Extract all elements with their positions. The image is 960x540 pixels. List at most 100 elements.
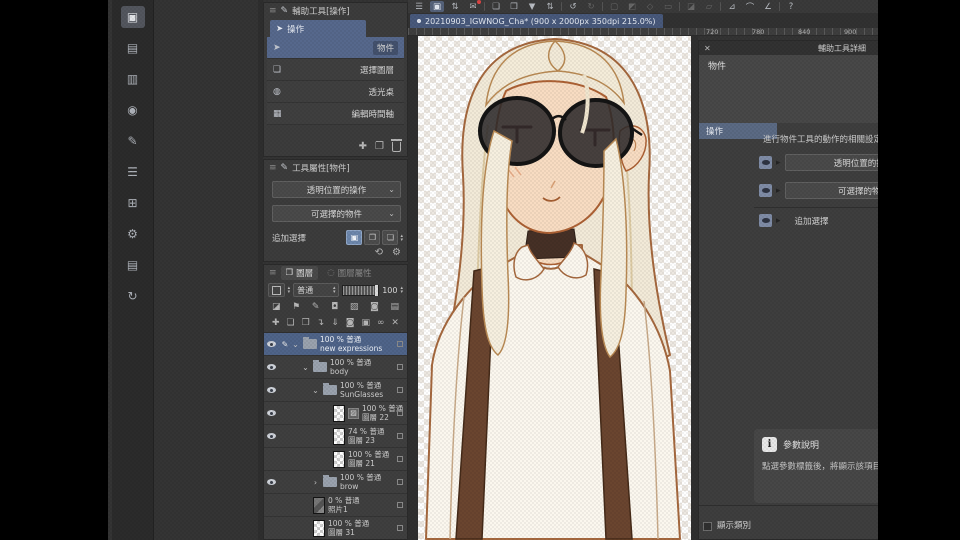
transparent-area-dropdown[interactable]: 透明位置的操作 ⌄ xyxy=(272,181,401,198)
link-icon[interactable]: ∞ xyxy=(377,318,385,328)
layer-row[interactable]: ✎ ▨ 100 % 普通 圖層 22 xyxy=(264,402,407,425)
subtool-item[interactable]: ◍ 透光桌 xyxy=(267,81,404,103)
selectable-object-dropdown[interactable]: 可選擇的物件 ⌄ xyxy=(272,205,401,222)
subtool-item[interactable]: ➤ 物件 xyxy=(267,37,404,59)
transfer-layer-icon[interactable]: ↴ xyxy=(317,318,325,328)
tab-layer[interactable]: ❒ 圖層 xyxy=(280,266,319,280)
new-vector-layer-icon[interactable]: ❏ xyxy=(287,318,295,328)
brush-palette-icon[interactable]: ✎ xyxy=(121,130,145,152)
show-on-palette-eye-icon[interactable] xyxy=(759,156,772,169)
expand-arrow-icon[interactable]: ⌄ xyxy=(311,386,320,395)
deselect-icon[interactable]: ▢ xyxy=(607,1,621,12)
duplicate-subtool-icon[interactable]: ❐ xyxy=(375,141,384,152)
save-file-icon[interactable]: ▼ xyxy=(525,1,539,12)
snap-curve-ruler-icon[interactable]: ⌒ xyxy=(743,1,757,13)
selection-mode-spinner[interactable]: ▴ ▾ xyxy=(400,233,403,242)
show-on-palette-eye-icon[interactable] xyxy=(759,214,772,227)
quick-access-palette-icon[interactable]: ⊞ xyxy=(121,192,145,214)
separator[interactable] xyxy=(561,2,562,11)
tab-layer-property[interactable]: ◌ 圖層屬性 xyxy=(322,266,376,280)
history-palette-icon[interactable]: ↻ xyxy=(121,285,145,307)
snap-straight-ruler-icon[interactable]: ⊿ xyxy=(725,1,739,12)
layer-visibility-eye-icon[interactable] xyxy=(264,410,279,416)
detail-selectable-dropdown[interactable]: 可選擇的物件 ⌄ xyxy=(784,182,878,199)
canvas-area[interactable] xyxy=(418,35,691,540)
layer-row[interactable]: ✎ ▨ 100 % 普通 圖層 21 xyxy=(264,448,407,471)
separator[interactable] xyxy=(484,2,485,11)
layer-row[interactable]: ✎ ▨ 100 % 普通 圖層 31 xyxy=(264,517,407,539)
list-palette-icon[interactable]: ☰ xyxy=(121,161,145,183)
save-options-icon[interactable]: ⇅ xyxy=(543,1,557,12)
separator[interactable] xyxy=(602,2,603,11)
workspace-switch-icon[interactable]: ⇅ xyxy=(448,1,462,12)
palette-dock-icon[interactable]: ▣ xyxy=(120,6,145,28)
notifications-icon[interactable]: ✉ xyxy=(466,0,481,12)
new-file-icon[interactable]: ❏ xyxy=(489,1,503,12)
layer-row[interactable]: ✎ ⌄ ▨ 100 % 普通 new expressions xyxy=(264,333,407,356)
main-menu-icon[interactable]: ☰ xyxy=(412,1,426,12)
window-palette-icon[interactable]: ▤ xyxy=(121,37,145,59)
layer-row[interactable]: ✎ › ▨ 100 % 普通 brow xyxy=(264,471,407,494)
layer-visibility-eye-icon[interactable] xyxy=(264,433,279,439)
new-layer-icon[interactable]: ✚ xyxy=(272,318,280,328)
invert-selection-icon[interactable]: ◩ xyxy=(625,1,639,12)
layer-visibility-eye-icon[interactable] xyxy=(264,341,279,347)
show-detail-wrench-icon[interactable]: ⚙ xyxy=(392,247,401,258)
restore-defaults-icon[interactable]: ⟲ xyxy=(375,247,383,258)
open-file-icon[interactable]: ❒ xyxy=(507,1,521,12)
create-mask-icon[interactable]: ◙ xyxy=(346,318,355,328)
layer-row[interactable]: ✎ ▨ 74 % 普通 圖層 23 xyxy=(264,425,407,448)
layer-row[interactable]: ✎ ▨ 0 % 普通 照片1 xyxy=(264,494,407,517)
layer-visibility-eye-icon[interactable] xyxy=(264,387,279,393)
canvas-tab[interactable]: 20210903_IGWNOG_Cha* (900 x 2000px 350dp… xyxy=(410,14,663,28)
opacity-slider[interactable] xyxy=(342,284,380,296)
help-icon[interactable]: ? xyxy=(784,1,798,12)
redo-icon[interactable]: ↻ xyxy=(584,1,598,12)
layer-row[interactable]: ✎ ⌄ ▨ 100 % 普通 SunGlasses xyxy=(264,379,407,402)
delete-layer-icon[interactable]: ✕ xyxy=(391,318,399,328)
lock-layer-icon[interactable]: ◘ xyxy=(331,302,338,312)
tool-settings-palette-icon[interactable]: ⚙ xyxy=(121,223,145,245)
delete-subtool-icon[interactable] xyxy=(391,138,402,152)
merge-down-icon[interactable]: ⇓ xyxy=(331,318,339,328)
play-arrow-icon[interactable]: ▸ xyxy=(776,186,781,196)
clear-icon[interactable]: ▱ xyxy=(702,1,716,12)
tab-operation[interactable]: ➤ 操作 xyxy=(270,20,366,37)
separator[interactable] xyxy=(779,2,780,11)
separator[interactable] xyxy=(720,2,721,11)
selection-border-icon[interactable]: ▭ xyxy=(661,1,675,12)
show-category-checkbox[interactable] xyxy=(703,522,712,531)
subtool-palette-icon[interactable]: ▥ xyxy=(121,68,145,90)
add-selection-button[interactable]: ❐ xyxy=(364,230,381,245)
layer-palette-icon[interactable]: ▤ xyxy=(121,254,145,276)
play-arrow-icon[interactable]: ▸ xyxy=(776,158,781,168)
undo-icon[interactable]: ↺ xyxy=(566,1,580,12)
blend-mode-select[interactable]: 普通 ▴ ▾ xyxy=(293,283,340,297)
subtool-item[interactable]: ▦ 編輯時間軸 xyxy=(267,103,404,125)
subtool-item[interactable]: ❏ 選擇圖層 xyxy=(267,59,404,81)
draft-layer-icon[interactable]: ✎ xyxy=(312,302,320,312)
add-subtool-icon[interactable]: ✚ xyxy=(359,141,367,152)
layer-row[interactable]: ✎ ⌄ ▨ 100 % 普通 body xyxy=(264,356,407,379)
expand-arrow-icon[interactable]: ⌄ xyxy=(301,363,310,372)
enable-mask-icon[interactable]: ◙ xyxy=(370,302,379,312)
layer-visibility-eye-icon[interactable] xyxy=(264,364,279,370)
close-icon[interactable]: ✕ xyxy=(704,44,711,53)
app-logo-icon[interactable]: ▣ xyxy=(430,1,444,12)
lock-transparent-icon[interactable]: ▨ xyxy=(350,302,359,312)
panel-grip-icon[interactable]: ≡ xyxy=(269,6,277,16)
show-on-palette-eye-icon[interactable] xyxy=(759,184,772,197)
ruler-range-icon[interactable]: ▤ xyxy=(390,302,399,312)
subtract-selection-button[interactable]: ❏ xyxy=(382,230,399,245)
new-selection-button[interactable]: ▣ xyxy=(346,230,363,245)
detail-transparent-dropdown[interactable]: 透明位置的操作 ⌄ xyxy=(784,154,878,171)
fill-icon[interactable]: ◪ xyxy=(684,1,698,12)
play-arrow-icon[interactable]: ▸ xyxy=(776,216,781,226)
navigator-palette-icon[interactable]: ◉ xyxy=(121,99,145,121)
frame-icon[interactable]: ▣ xyxy=(361,318,370,328)
clip-below-icon[interactable]: ◪ xyxy=(272,302,281,312)
expand-arrow-icon[interactable]: ⌄ xyxy=(291,340,300,349)
panel-grip-icon[interactable]: ≡ xyxy=(269,268,277,278)
selection-launcher-icon[interactable]: ◇ xyxy=(643,1,657,12)
expand-arrow-icon[interactable]: › xyxy=(311,478,320,487)
